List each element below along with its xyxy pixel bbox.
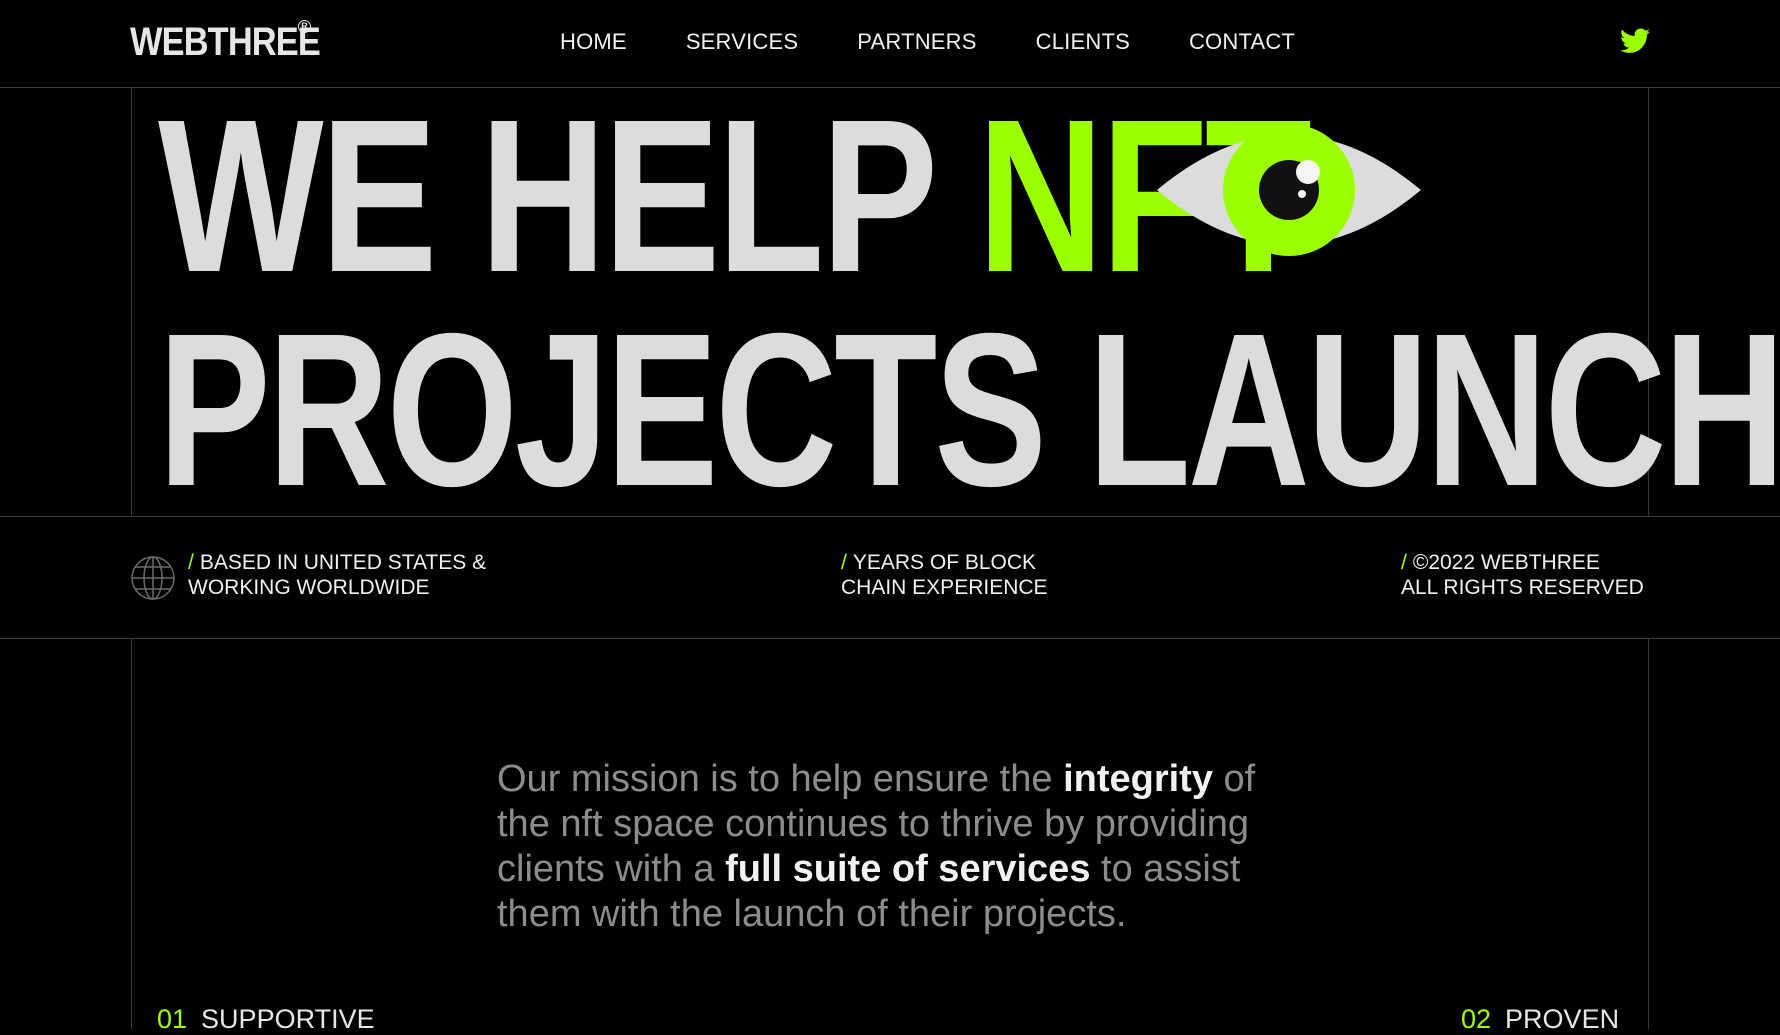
mission-statement: Our mission is to help ensure the integr… — [497, 757, 1297, 937]
feature-label: PROVEN — [1505, 1004, 1620, 1034]
hero-headline-line1: WE HELP NFT — [158, 88, 1312, 306]
nav-contact[interactable]: CONTACT — [1189, 29, 1295, 55]
mission-text-1: Our mission is to help ensure the — [497, 758, 1064, 800]
feature-proven: 02 PROVEN — [1461, 1004, 1619, 1035]
nav-partners[interactable]: PARTNERS — [857, 29, 976, 55]
hero-text-we-help: WE HELP — [158, 75, 978, 318]
hero-headline-line2: PROJECTS LAUNCH. — [158, 289, 1780, 532]
copyright-info: / ©2022 WEBTHREE ALL RIGHTS RESERVED — [1401, 550, 1644, 600]
nav-clients[interactable]: CLIENTS — [1036, 29, 1130, 55]
location-line1: BASED IN UNITED STATES & — [199, 551, 487, 574]
twitter-icon[interactable] — [1620, 28, 1650, 54]
experience-line2: CHAIN EXPERIENCE — [841, 576, 1048, 599]
main-nav: HOME SERVICES PARTNERS CLIENTS CONTACT — [560, 29, 1354, 55]
slash-mark: / — [188, 551, 194, 574]
slash-mark: / — [841, 551, 847, 574]
copyright-line2: ALL RIGHTS RESERVED — [1401, 576, 1644, 599]
site-logo[interactable]: WEBTHREE — [130, 20, 321, 65]
registered-mark: R — [298, 20, 311, 33]
feature-supportive: 01 SUPPORTIVE — [157, 1004, 375, 1035]
slash-mark: / — [1401, 551, 1407, 574]
content-left-border — [131, 638, 132, 1029]
nav-services[interactable]: SERVICES — [686, 29, 798, 55]
hero-left-border — [131, 87, 132, 517]
feature-label: SUPPORTIVE — [201, 1004, 375, 1034]
content-right-border — [1648, 638, 1649, 1029]
copyright-line1: ©2022 WEBTHREE — [1412, 551, 1600, 574]
mission-bold-integrity: integrity — [1063, 758, 1213, 800]
location-line2: WORKING WORLDWIDE — [188, 576, 430, 599]
experience-line1: YEARS OF BLOCK — [852, 551, 1037, 574]
mission-bold-services: full suite of services — [725, 848, 1091, 890]
location-info: / BASED IN UNITED STATES & WORKING WORLDW… — [188, 550, 486, 600]
feature-number: 01 — [157, 1004, 188, 1034]
eye-icon — [1157, 124, 1421, 256]
feature-number: 02 — [1461, 1004, 1492, 1034]
experience-info: / YEARS OF BLOCK CHAIN EXPERIENCE — [841, 550, 1048, 600]
nav-home[interactable]: HOME — [560, 29, 627, 55]
info-divider — [0, 638, 1780, 639]
globe-icon — [131, 556, 175, 600]
